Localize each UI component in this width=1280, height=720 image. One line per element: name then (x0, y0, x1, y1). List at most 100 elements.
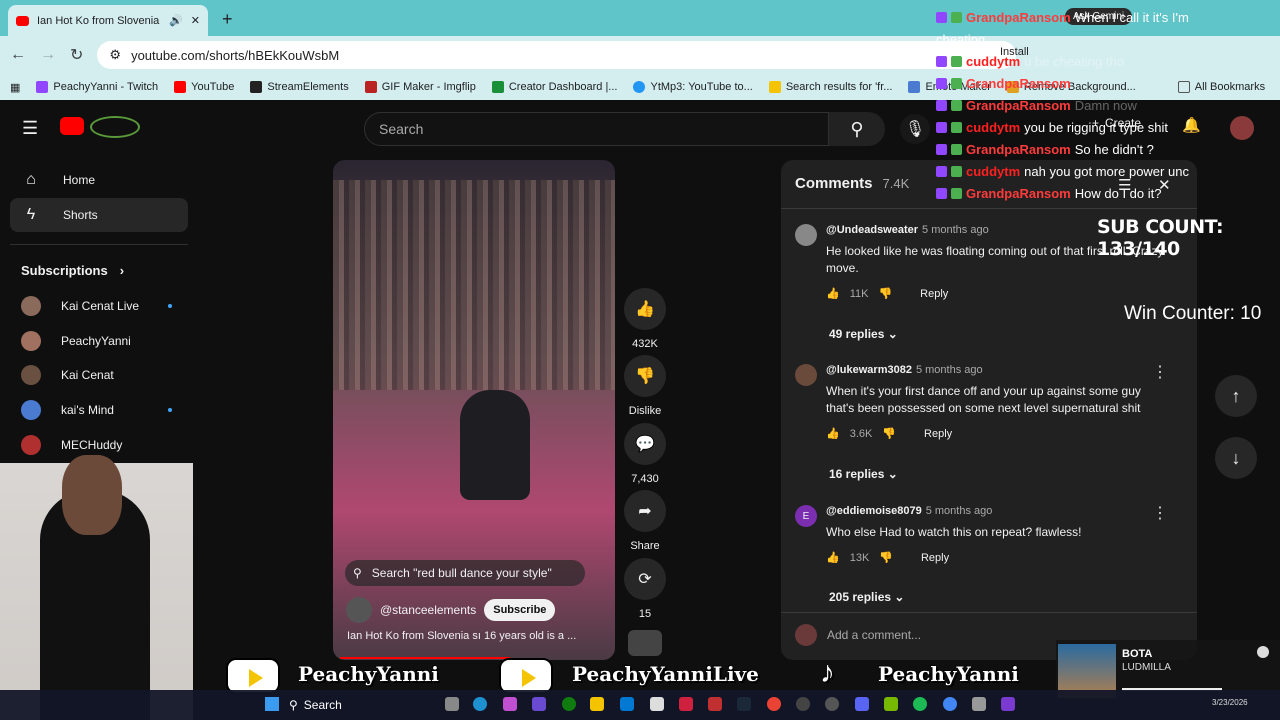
mic-icon[interactable]: 🎙 (900, 114, 930, 144)
windows-start-icon[interactable] (265, 697, 279, 711)
thumbs-up-icon[interactable]: 👍 (826, 287, 840, 300)
teams-icon[interactable] (532, 697, 546, 711)
sidebar-item-shorts[interactable]: ϟ Shorts (10, 198, 188, 232)
video-progress-bar[interactable] (340, 657, 510, 659)
bookmark-item[interactable]: Search results for 'fr... (768, 81, 892, 93)
comment-icon[interactable]: 💬 (624, 423, 666, 465)
xbox-icon[interactable] (562, 697, 576, 711)
more-options-icon[interactable]: ⋮ (1152, 503, 1168, 523)
subscriptions-header[interactable]: Subscriptions › (21, 263, 124, 278)
copilot-icon[interactable] (503, 697, 517, 711)
bookmark-item[interactable]: StreamElements (250, 81, 349, 93)
comment-author[interactable]: @Undeadsweater (826, 224, 918, 236)
avatar[interactable] (795, 224, 817, 246)
add-comment-input[interactable]: Add a comment... (827, 628, 921, 642)
video-description[interactable]: Ian Hot Ko from Slovenia ѕı 16 years old… (347, 630, 607, 642)
search-button[interactable]: ⚲ (829, 112, 885, 146)
comment-author[interactable]: @eddiemoise8079 (826, 505, 922, 517)
taskbar-search[interactable]: ⚲ Search (289, 695, 409, 715)
file-explorer-icon[interactable] (590, 697, 604, 711)
comments-action[interactable]: 💬 7,430 (624, 423, 666, 485)
apps-icon[interactable]: ▦ (10, 81, 20, 94)
share-action[interactable]: ➦ Share (624, 490, 666, 552)
search-input[interactable]: Search (364, 112, 829, 146)
notepad-icon[interactable] (650, 697, 664, 711)
speaker-icon[interactable]: 🔊 (169, 14, 183, 27)
reply-button[interactable]: Reply (920, 288, 948, 300)
banner-handle: PeachyYanniLive (572, 662, 759, 686)
avatar[interactable] (795, 364, 817, 386)
remix-icon[interactable]: ⟳ (624, 558, 666, 600)
channel-avatar[interactable] (346, 597, 372, 623)
chrome-profile-icon[interactable] (943, 697, 957, 711)
remix-action[interactable]: ⟳ 15 (624, 558, 666, 620)
subscription-item[interactable]: PeachyYanni (0, 324, 190, 358)
bookmark-item[interactable]: Creator Dashboard |... (491, 81, 617, 93)
youtube-logo-icon[interactable] (60, 117, 84, 135)
dislike-action[interactable]: 👎 Dislike (624, 355, 666, 417)
arrow-down-icon: ↓ (1231, 447, 1241, 468)
browser-tab[interactable]: Ian Hot Ko from Slovenia s 🔊 ✕ (8, 5, 208, 36)
replies-toggle[interactable]: 16 replies ⌄ (829, 467, 898, 481)
store-icon[interactable] (620, 697, 634, 711)
menu-icon[interactable]: ☰ (22, 118, 38, 139)
obs-icon[interactable] (796, 697, 810, 711)
thumbs-down-icon[interactable]: 👎 (882, 427, 896, 440)
discord-icon[interactable] (855, 697, 869, 711)
task-view-icon[interactable] (445, 697, 459, 711)
twitch-taskbar-icon[interactable] (1001, 697, 1015, 711)
chat-line: cuddytm you be rigging it type shit (936, 116, 1280, 138)
reload-icon[interactable]: ↻ (70, 45, 83, 65)
url-field[interactable]: ⚙ youtube.com/shorts/hBEkKouWsbM (97, 41, 1016, 69)
chrome-icon[interactable] (767, 697, 781, 711)
share-icon[interactable]: ➦ (624, 490, 666, 532)
steam-icon[interactable] (737, 697, 751, 711)
forward-icon[interactable]: → (40, 46, 56, 64)
settings-icon[interactable] (972, 697, 986, 711)
close-tab-icon[interactable]: ✕ (191, 14, 200, 27)
live-dot (168, 304, 172, 308)
reply-button[interactable]: Reply (921, 552, 949, 564)
add-comment-row[interactable]: Add a comment... (795, 624, 921, 646)
like-action[interactable]: 👍 432K (624, 288, 666, 350)
avatar[interactable]: E (795, 505, 817, 527)
thumbs-up-icon[interactable]: 👍 (826, 427, 840, 440)
thumbs-down-icon[interactable]: 👎 (878, 287, 892, 300)
comment-likes: 11K (849, 287, 869, 300)
video-search-pill[interactable]: ⚲ Search "red bull dance your style" (345, 560, 585, 586)
bookmark-item[interactable]: YtMp3: YouTube to... (633, 81, 753, 93)
thumbs-up-icon[interactable]: 👍 (624, 288, 666, 330)
new-tab-icon[interactable]: + (222, 9, 233, 30)
app-icon[interactable] (708, 697, 722, 711)
thumbs-down-icon[interactable]: 👎 (879, 551, 893, 564)
subscribe-button[interactable]: Subscribe (484, 599, 556, 621)
bookmark-item[interactable]: GIF Maker - Imgflip (364, 81, 476, 93)
spotify-taskbar-icon[interactable] (913, 697, 927, 711)
next-short-button[interactable]: ↓ (1215, 437, 1257, 479)
app-icon[interactable] (679, 697, 693, 711)
subscription-item[interactable]: kai's Mind (0, 393, 190, 427)
app-icon[interactable] (825, 697, 839, 711)
badge-icon (951, 187, 962, 199)
edge-icon[interactable] (473, 697, 487, 711)
back-icon[interactable]: ← (10, 46, 26, 64)
subscription-item[interactable]: Kai Cenat (0, 358, 190, 392)
comment-author[interactable]: @lukewarm3082 (826, 364, 912, 376)
reply-button[interactable]: Reply (924, 428, 952, 440)
sidebar-item-home[interactable]: ⌂ Home (0, 163, 190, 197)
replies-toggle[interactable]: 205 replies ⌄ (829, 590, 904, 604)
channel-name[interactable]: @stanceelements (380, 603, 476, 617)
subscription-item[interactable]: Kai Cenat Live (0, 289, 190, 323)
streamer-head (62, 455, 122, 535)
thumbs-down-icon[interactable]: 👎 (624, 355, 666, 397)
more-options-icon[interactable]: ⋮ (1152, 362, 1168, 382)
previous-short-button[interactable]: ↑ (1215, 375, 1257, 417)
thumbs-up-icon[interactable]: 👍 (826, 551, 840, 564)
bookmark-item[interactable]: YouTube (174, 81, 234, 93)
replies-toggle[interactable]: 49 replies ⌄ (829, 327, 898, 341)
bookmark-item[interactable]: PeachyYanni - Twitch (36, 81, 158, 93)
nvidia-icon[interactable] (884, 697, 898, 711)
site-info-icon[interactable]: ⚙ (109, 47, 121, 63)
subscriptions-title: Subscriptions (21, 263, 108, 278)
sound-thumbnail[interactable] (628, 630, 662, 656)
